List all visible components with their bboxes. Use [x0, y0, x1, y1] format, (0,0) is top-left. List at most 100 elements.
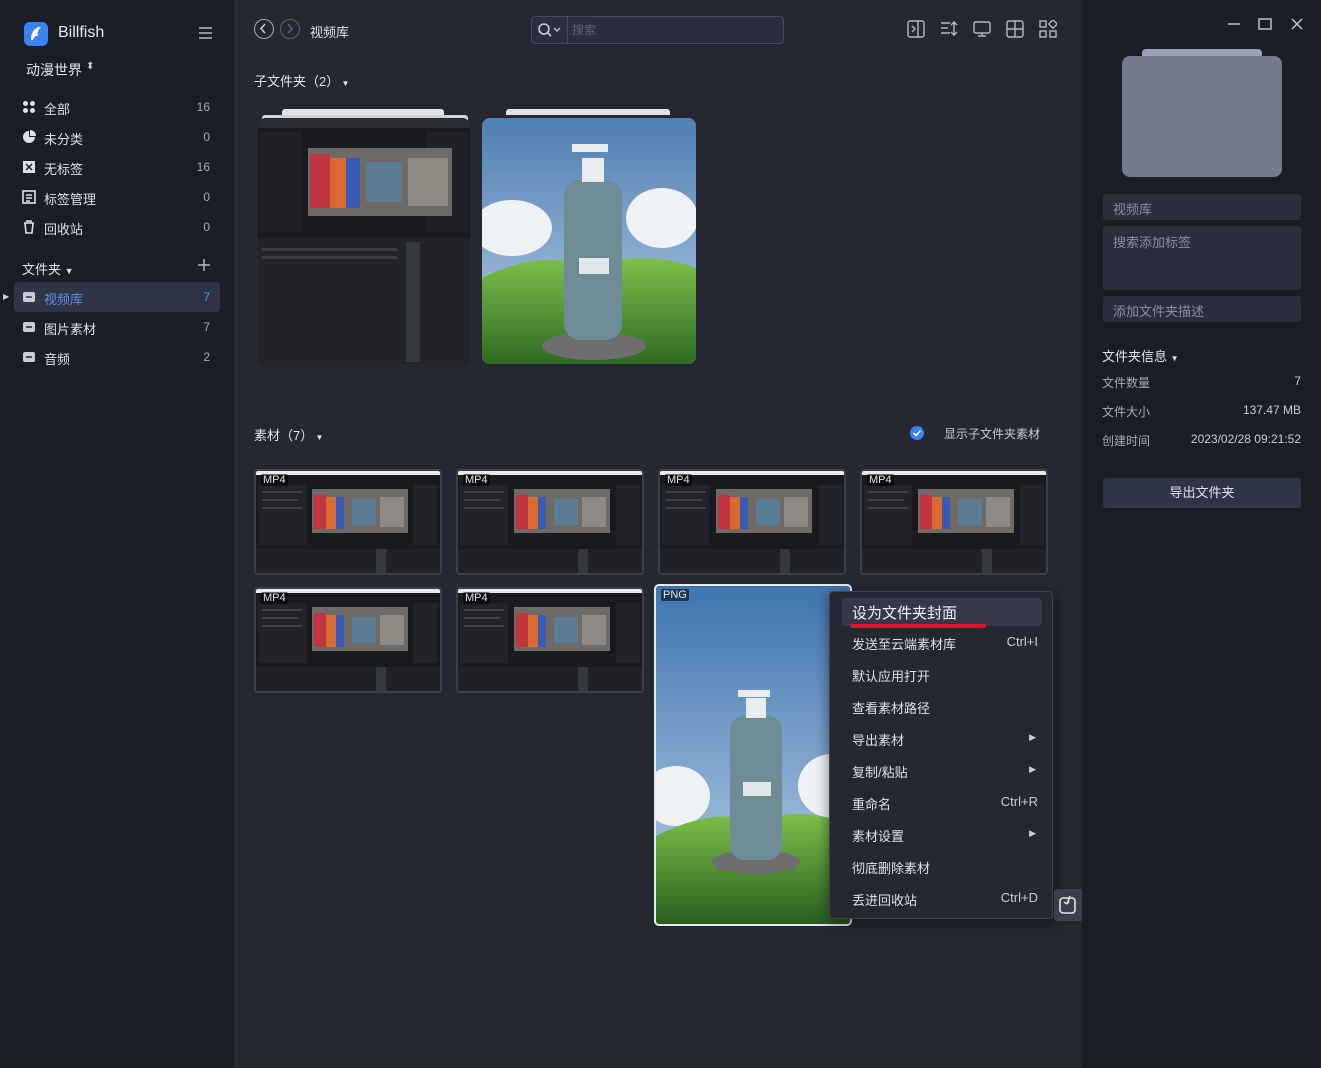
sidebar-folder-video-library[interactable]: 视频库 7: [14, 282, 220, 312]
forward-button[interactable]: [280, 19, 300, 39]
asset-type-badge: MP4: [261, 474, 288, 486]
sidebar-item-tag-management[interactable]: 标签管理 0: [14, 182, 220, 212]
trash-icon: [24, 220, 34, 234]
sidebar-item-trash[interactable]: 回收站 0: [14, 212, 220, 242]
menu-icon[interactable]: [198, 26, 214, 40]
menu-item-delete-permanently[interactable]: 彻底删除素材: [842, 852, 1042, 880]
asset-type-badge: MP4: [261, 592, 288, 604]
sidebar-item-label: 未分类: [44, 132, 84, 147]
asset-thumbnail: [256, 471, 440, 573]
layout-icon[interactable]: [1006, 20, 1024, 38]
show-subfolder-checkbox[interactable]: [910, 426, 924, 440]
menu-item-export[interactable]: 导出素材 ▶: [842, 724, 1042, 752]
menu-item-label: 丢进回收站: [852, 893, 918, 908]
menu-item-label: 导出素材: [852, 733, 905, 748]
sidebar-item-all[interactable]: 全部 16: [14, 92, 220, 122]
folder-description-field[interactable]: 添加文件夹描述: [1103, 296, 1301, 322]
menu-item-label: 发送至云端素材库: [852, 637, 957, 652]
menu-item-view-path[interactable]: 查看素材路径: [842, 692, 1042, 720]
breadcrumb: 视频库: [310, 25, 350, 40]
sidebar-folder-audio[interactable]: 音频 2: [14, 342, 220, 372]
search-input[interactable]: [572, 21, 772, 39]
menu-item-label: 查看素材路径: [852, 701, 931, 716]
untagged-icon: [23, 161, 35, 173]
menu-item-rename[interactable]: 重命名 Ctrl+R: [842, 788, 1042, 816]
info-value: 7: [1294, 374, 1301, 388]
caret-down-icon: ▼: [64, 266, 74, 276]
sidebar-folder-count: 2: [203, 350, 210, 364]
menu-item-open-default-app[interactable]: 默认应用打开: [842, 660, 1042, 688]
asset-type-badge: MP4: [867, 474, 894, 486]
back-button[interactable]: [254, 19, 274, 39]
asset-thumbnail: [656, 586, 850, 924]
asset-thumbnail: [862, 471, 1046, 573]
import-button[interactable]: [1054, 889, 1082, 921]
toggle-panel-icon[interactable]: [907, 20, 925, 38]
grid-view-icon[interactable]: [1039, 20, 1057, 38]
maximize-icon[interactable]: [1257, 16, 1273, 32]
chevron-right-icon: [287, 23, 294, 34]
menu-item-asset-settings[interactable]: 素材设置 ▶: [842, 820, 1042, 848]
asset-card-mp4[interactable]: MP4: [658, 469, 846, 575]
sidebar-item-untagged[interactable]: 无标签 16: [14, 152, 220, 182]
library-switcher-arrow-icon[interactable]: ⬍: [86, 61, 94, 72]
folder-icon: [23, 352, 35, 362]
sort-icon[interactable]: [940, 20, 958, 38]
sidebar-item-count: 16: [196, 160, 210, 174]
library-switcher[interactable]: 动漫世界: [26, 60, 82, 80]
asset-card-mp4[interactable]: MP4: [860, 469, 1048, 575]
check-icon: [912, 429, 922, 437]
search-filter-dropdown[interactable]: [532, 17, 568, 43]
sidebar: Billfish 动漫世界 ⬍ 全部 16 未分类 0 无标签 16 标签管理 …: [0, 0, 234, 1068]
sidebar-item-label: 无标签: [44, 162, 84, 177]
sidebar-folder-image-assets[interactable]: 图片素材 7: [14, 312, 220, 342]
asset-card-mp4[interactable]: MP4: [456, 587, 644, 693]
submenu-arrow-icon: ▶: [1029, 828, 1036, 838]
minimize-icon[interactable]: [1226, 16, 1242, 32]
search-bar[interactable]: [531, 16, 784, 44]
context-menu: 设为文件夹封面 发送至云端素材库 Ctrl+I 默认应用打开 查看素材路径 导出…: [829, 591, 1053, 919]
sidebar-item-count: 0: [203, 220, 210, 234]
asset-card-mp4[interactable]: MP4: [456, 469, 644, 575]
menu-item-label: 素材设置: [852, 829, 905, 844]
info-key: 创建时间: [1102, 434, 1151, 448]
show-subfolder-label[interactable]: 显示子文件夹素材: [944, 425, 1040, 442]
close-icon[interactable]: [1289, 16, 1305, 32]
menu-item-copy-paste[interactable]: 复制/粘贴 ▶: [842, 756, 1042, 784]
asset-thumbnail: [660, 471, 844, 573]
sidebar-item-count: 0: [203, 130, 210, 144]
subfolder-thumbnail: [258, 118, 470, 364]
asset-thumbnail: [256, 589, 440, 691]
menu-item-send-to-cloud[interactable]: 发送至云端素材库 Ctrl+I: [842, 628, 1042, 656]
export-folder-button[interactable]: 导出文件夹: [1103, 478, 1301, 508]
menu-item-shortcut: Ctrl+I: [1006, 634, 1038, 649]
asset-thumbnail: [458, 589, 642, 691]
caret-down-icon: ▼: [339, 79, 350, 88]
subfolders-title[interactable]: 子文件夹（2） ▼: [254, 71, 349, 90]
sidebar-folder-label: 图片素材: [44, 322, 97, 337]
subfolder-card[interactable]: [482, 118, 696, 364]
asset-card-mp4[interactable]: MP4: [254, 469, 442, 575]
caret-down-icon: ▼: [1170, 354, 1179, 363]
assets-title-label: 素材（7）: [254, 428, 314, 443]
asset-type-badge: PNG: [661, 589, 689, 601]
folders-header[interactable]: 文件夹 ▼: [22, 259, 74, 278]
asset-card-png[interactable]: PNG: [654, 584, 852, 926]
folder-name-field[interactable]: 视频库: [1103, 194, 1301, 220]
asset-card-mp4[interactable]: MP4: [254, 587, 442, 693]
expand-arrow-icon[interactable]: ▶: [3, 292, 9, 301]
assets-title[interactable]: 素材（7） ▼: [254, 425, 323, 444]
preview-mode-icon[interactable]: [973, 20, 991, 38]
folder-info-header[interactable]: 文件夹信息 ▼: [1102, 346, 1179, 365]
sidebar-item-uncategorized[interactable]: 未分类 0: [14, 122, 220, 152]
subfolder-card[interactable]: [258, 118, 470, 364]
tags-field[interactable]: 搜索添加标签: [1103, 226, 1301, 290]
add-folder-icon[interactable]: [197, 258, 211, 272]
folder-preview: [1122, 56, 1282, 177]
menu-item-move-to-trash[interactable]: 丢进回收站 Ctrl+D: [842, 884, 1042, 912]
sidebar-item-label: 全部: [44, 102, 71, 117]
chevron-left-icon: [259, 23, 266, 34]
sidebar-item-count: 0: [203, 190, 210, 204]
menu-item-set-folder-cover[interactable]: 设为文件夹封面: [842, 598, 1042, 626]
folder-stack-edge: [506, 109, 670, 115]
